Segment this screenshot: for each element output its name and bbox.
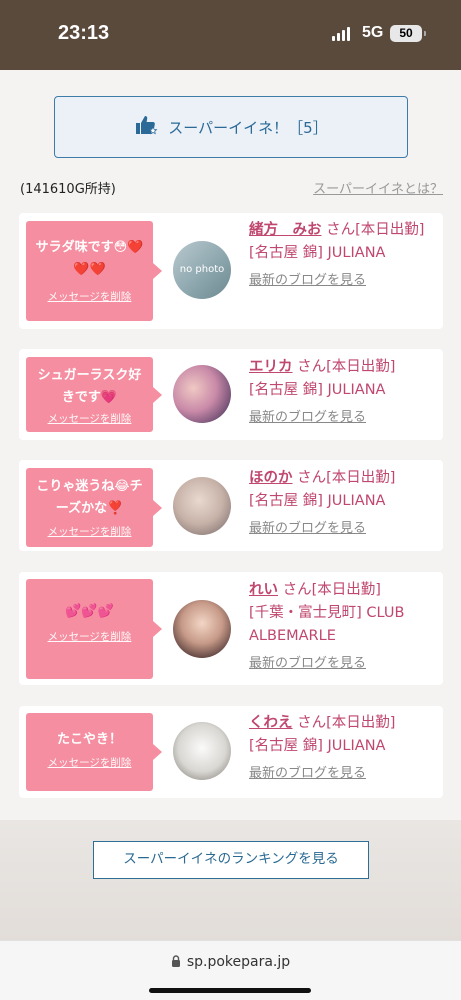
latest-blog-link[interactable]: 最新のブログを見る bbox=[249, 652, 439, 675]
message-bubble: たこやき！ メッセージを削除 bbox=[26, 713, 162, 791]
signal-icon bbox=[332, 27, 350, 41]
cast-name-link[interactable]: ほのか bbox=[249, 470, 293, 486]
delete-message-link[interactable]: メッセージを削除 bbox=[26, 629, 153, 644]
list-item: シュガーラスク好きです💗 メッセージを削除 エリカ さん[本日出勤] [名古屋 … bbox=[19, 349, 443, 440]
cast-info: ほのか さん[本日出勤] [名古屋 錦] JULIANA 最新のブログを見る bbox=[249, 467, 439, 540]
delete-message-link[interactable]: メッセージを削除 bbox=[26, 289, 153, 304]
message-bubble: 💕💕💕 メッセージを削除 bbox=[26, 579, 162, 679]
status-bar: 23:13 5G 50 bbox=[0, 0, 461, 70]
message-bubble: サラダ味です😳❤️❤️❤️ メッセージを削除 bbox=[26, 221, 162, 321]
home-indicator[interactable] bbox=[149, 988, 311, 993]
lock-icon bbox=[171, 955, 181, 971]
url-display[interactable]: sp.pokepara.jp bbox=[0, 954, 461, 971]
cast-status: さん[本日出勤] bbox=[297, 715, 396, 731]
no-photo-text: no photo bbox=[179, 264, 225, 275]
browser-url-bar[interactable]: sp.pokepara.jp bbox=[0, 940, 461, 1000]
cast-name-link[interactable]: くわえ bbox=[249, 715, 293, 731]
message-bubble: シュガーラスク好きです💗 メッセージを削除 bbox=[26, 357, 162, 432]
cast-name-link[interactable]: れい bbox=[249, 582, 278, 598]
super-like-button[interactable]: スーパーイイネ！［5］ bbox=[54, 96, 408, 158]
latest-blog-link[interactable]: 最新のブログを見る bbox=[249, 517, 439, 540]
list-item: こりゃ迷うね😂チーズかな❣️ メッセージを削除 ほのか さん[本日出勤] [名古… bbox=[19, 460, 443, 551]
list-item: 💕💕💕 メッセージを削除 れい さん[本日出勤] [千葉・富士見町] CLUB … bbox=[19, 572, 443, 685]
message-text: シュガーラスク好きです💗 bbox=[37, 368, 142, 405]
shop-name: [名古屋 錦] JULIANA bbox=[249, 245, 386, 261]
message-text: こりゃ迷うね😂チーズかな❣️ bbox=[36, 479, 143, 516]
network-type: 5G bbox=[362, 24, 384, 41]
cast-info: 緒方 みお さん[本日出勤] [名古屋 錦] JULIANA 最新のブログを見る bbox=[249, 219, 439, 292]
delete-message-link[interactable]: メッセージを削除 bbox=[26, 411, 153, 426]
latest-blog-link[interactable]: 最新のブログを見る bbox=[249, 762, 439, 785]
avatar[interactable] bbox=[173, 477, 231, 535]
cast-name-link[interactable]: 緒方 みお bbox=[249, 222, 322, 238]
message-text: 💕💕💕 bbox=[65, 604, 114, 619]
cast-info: エリカ さん[本日出勤] [名古屋 錦] JULIANA 最新のブログを見る bbox=[249, 356, 439, 429]
shop-name: [名古屋 錦] JULIANA bbox=[249, 382, 386, 398]
status-time: 23:13 bbox=[58, 22, 110, 44]
super-like-label: スーパーイイネ！［5］ bbox=[168, 118, 328, 137]
cast-info: れい さん[本日出勤] [千葉・富士見町] CLUB ALBEMARLE 最新の… bbox=[249, 579, 439, 675]
shop-name: [千葉・富士見町] CLUB ALBEMARLE bbox=[249, 605, 405, 644]
about-super-like-link[interactable]: スーパーイイネとは？ bbox=[313, 178, 443, 197]
shop-name: [名古屋 錦] JULIANA bbox=[249, 493, 386, 509]
cast-status: さん[本日出勤] bbox=[297, 470, 396, 486]
cast-status: さん[本日出勤] bbox=[297, 359, 396, 375]
latest-blog-link[interactable]: 最新のブログを見る bbox=[249, 269, 439, 292]
cast-status: さん[本日出勤] bbox=[326, 222, 425, 238]
latest-blog-link[interactable]: 最新のブログを見る bbox=[249, 406, 439, 429]
url-text: sp.pokepara.jp bbox=[186, 954, 291, 970]
shop-name: [名古屋 錦] JULIANA bbox=[249, 738, 386, 754]
cast-status: さん[本日出勤] bbox=[282, 582, 381, 598]
message-text: サラダ味です😳❤️❤️❤️ bbox=[35, 240, 144, 277]
list-item: サラダ味です😳❤️❤️❤️ メッセージを削除 no photo 緒方 みお さん… bbox=[19, 213, 443, 329]
cast-name-link[interactable]: エリカ bbox=[249, 359, 293, 375]
cast-info: くわえ さん[本日出勤] [名古屋 錦] JULIANA 最新のブログを見る bbox=[249, 712, 439, 785]
message-bubble: こりゃ迷うね😂チーズかな❣️ メッセージを削除 bbox=[26, 468, 162, 547]
ranking-button[interactable]: スーパーイイネのランキングを見る bbox=[93, 841, 369, 879]
avatar[interactable] bbox=[173, 600, 231, 658]
avatar[interactable] bbox=[173, 365, 231, 423]
battery-icon: 50 bbox=[390, 25, 426, 42]
avatar[interactable] bbox=[173, 722, 231, 780]
list-item: たこやき！ メッセージを削除 くわえ さん[本日出勤] [名古屋 錦] JULI… bbox=[19, 706, 443, 798]
thumbs-up-star-icon bbox=[134, 113, 158, 141]
delete-message-link[interactable]: メッセージを削除 bbox=[26, 755, 153, 770]
page-background-bottom bbox=[0, 820, 461, 940]
avatar[interactable]: no photo bbox=[173, 241, 231, 299]
message-text: たこやき！ bbox=[56, 732, 122, 747]
point-balance: (141610G所持) bbox=[20, 182, 116, 197]
delete-message-link[interactable]: メッセージを削除 bbox=[26, 524, 153, 539]
